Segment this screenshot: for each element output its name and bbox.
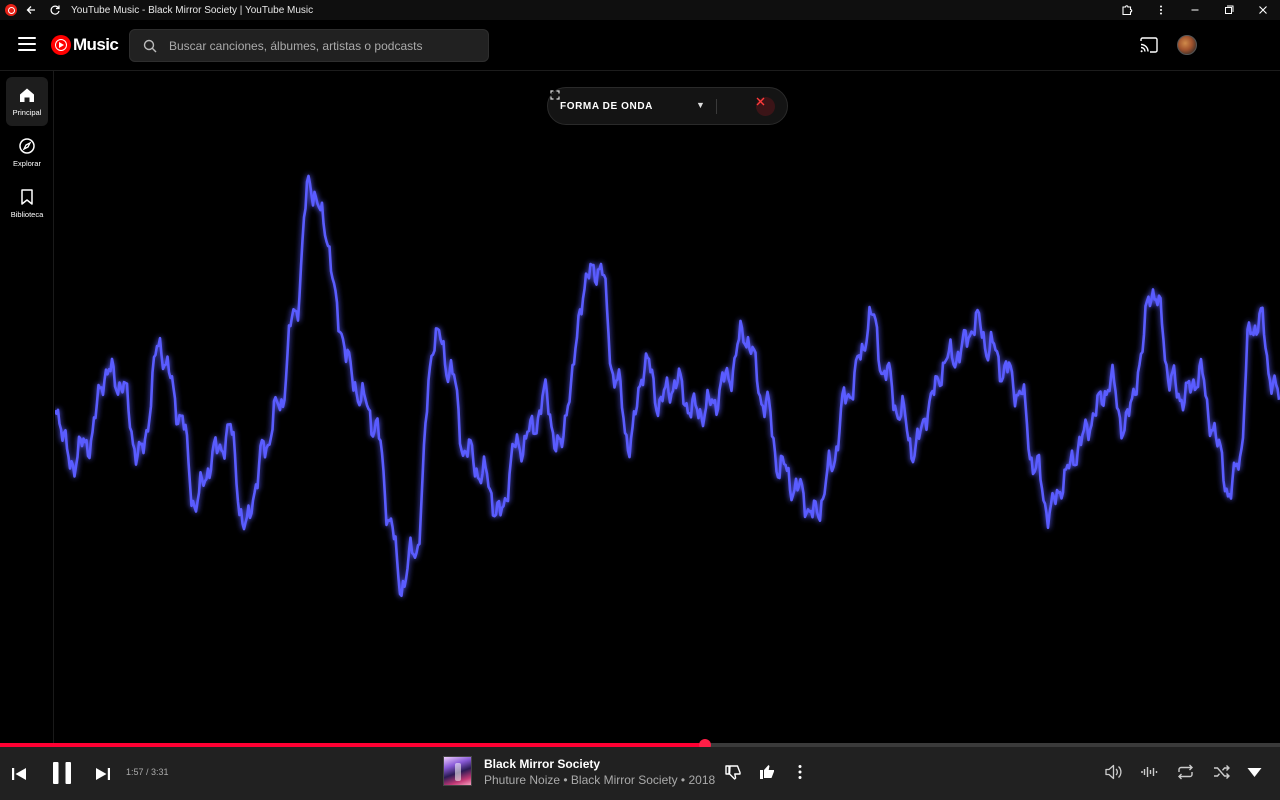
youtube-music-logo[interactable]: Music bbox=[51, 35, 119, 55]
playback-time: 1:57 / 3:31 bbox=[126, 767, 169, 777]
sidebar-item-explorar[interactable]: Explorar bbox=[6, 128, 48, 177]
equalizer-button[interactable] bbox=[1140, 765, 1158, 779]
arrow-left-icon bbox=[26, 6, 35, 14]
sidebar-item-principal[interactable]: Principal bbox=[6, 77, 48, 126]
close-visualizer-button[interactable] bbox=[756, 97, 775, 116]
sidebar-item-label: Principal bbox=[12, 108, 42, 117]
song-subtitle[interactable]: Phuture Noize • Black Mirror Society • 2… bbox=[484, 773, 715, 787]
more-options-button[interactable] bbox=[792, 763, 808, 781]
previous-button[interactable] bbox=[8, 763, 30, 785]
close-icon bbox=[1259, 6, 1267, 14]
puzzle-icon bbox=[1122, 5, 1133, 16]
minimize-icon bbox=[1191, 9, 1199, 11]
search-icon bbox=[143, 39, 157, 52]
visualizer-mode-label[interactable]: FORMA DE ONDA bbox=[560, 101, 653, 112]
song-title[interactable]: Black Mirror Society bbox=[484, 757, 600, 771]
album-art[interactable] bbox=[443, 756, 472, 786]
volume-button[interactable] bbox=[1104, 763, 1123, 781]
window-menu-button[interactable] bbox=[1144, 0, 1178, 20]
skip-previous-icon bbox=[12, 768, 26, 780]
minimize-button[interactable] bbox=[1178, 0, 1212, 20]
expand-player-button[interactable] bbox=[1246, 765, 1263, 779]
skip-next-icon bbox=[96, 768, 110, 780]
sidebar: Principal Explorar Biblioteca bbox=[0, 71, 54, 743]
close-window-button[interactable] bbox=[1246, 0, 1280, 20]
pause-button[interactable] bbox=[48, 759, 76, 787]
sidebar-item-biblioteca[interactable]: Biblioteca bbox=[6, 179, 48, 228]
extensions-button[interactable] bbox=[1110, 0, 1144, 20]
dislike-button[interactable] bbox=[724, 763, 742, 781]
restore-button[interactable] bbox=[1212, 0, 1246, 20]
visualizer-mode-control: FORMA DE ONDA ▼ bbox=[547, 87, 788, 125]
repeat-icon bbox=[1178, 764, 1193, 780]
compass-icon bbox=[19, 138, 35, 154]
shuffle-button[interactable] bbox=[1212, 763, 1231, 781]
sidebar-item-label: Biblioteca bbox=[10, 210, 44, 219]
back-button[interactable] bbox=[21, 0, 41, 20]
cast-icon[interactable] bbox=[1140, 37, 1158, 53]
divider bbox=[716, 99, 717, 114]
repeat-button[interactable] bbox=[1176, 763, 1195, 781]
waveform-line bbox=[55, 174, 1280, 598]
sidebar-item-label: Explorar bbox=[13, 159, 41, 168]
like-button[interactable] bbox=[758, 763, 776, 781]
restore-icon bbox=[1225, 5, 1234, 14]
logo-icon bbox=[51, 35, 71, 55]
search-input[interactable]: Buscar canciones, álbumes, artistas o po… bbox=[129, 29, 489, 62]
triangle-down-icon bbox=[1247, 768, 1262, 777]
top-navigation: Music Buscar canciones, álbumes, artista… bbox=[0, 20, 1280, 71]
close-icon bbox=[756, 97, 765, 106]
more-vertical-icon bbox=[1160, 5, 1162, 15]
reload-icon bbox=[50, 5, 60, 15]
search-placeholder: Buscar canciones, álbumes, artistas o po… bbox=[169, 38, 423, 53]
pause-icon bbox=[53, 762, 71, 784]
next-button[interactable] bbox=[92, 763, 114, 785]
menu-icon[interactable] bbox=[18, 37, 36, 51]
avatar[interactable] bbox=[1177, 35, 1197, 55]
volume-icon bbox=[1105, 764, 1122, 780]
waveform-graphic bbox=[55, 174, 1280, 598]
bookmark-icon bbox=[21, 189, 33, 205]
more-vertical-icon bbox=[798, 765, 802, 779]
waveform-visualizer: FORMA DE ONDA ▼ bbox=[55, 72, 1280, 742]
reload-button[interactable] bbox=[45, 0, 65, 20]
home-icon bbox=[20, 88, 34, 102]
shuffle-icon bbox=[1214, 765, 1230, 779]
thumbs-up-icon bbox=[760, 765, 774, 779]
window-title: YouTube Music - Black Mirror Society | Y… bbox=[71, 4, 314, 16]
fullscreen-icon[interactable] bbox=[548, 88, 562, 102]
window-title-bar: YouTube Music - Black Mirror Society | Y… bbox=[0, 0, 1280, 20]
equalizer-icon bbox=[1141, 767, 1158, 777]
logo-text: Music bbox=[73, 35, 119, 54]
player-bar: 1:57 / 3:31 Black Mirror Society Phuture… bbox=[0, 747, 1280, 800]
thumbs-down-icon bbox=[725, 765, 741, 780]
dropdown-caret-icon[interactable]: ▼ bbox=[696, 100, 705, 110]
app-icon bbox=[5, 4, 17, 16]
